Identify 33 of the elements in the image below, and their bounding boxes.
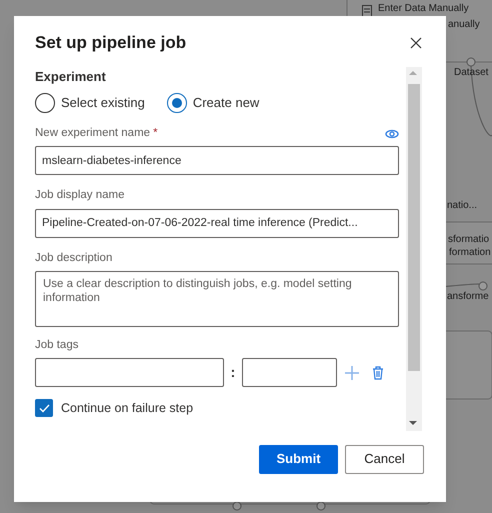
field-label: Job display name [35, 188, 124, 204]
required-mark: * [153, 126, 158, 141]
node-label: natio... [447, 200, 478, 212]
check-icon [38, 404, 50, 413]
node-label: ansforme [447, 291, 489, 303]
separator-label: : [230, 363, 236, 382]
node-label: anually [448, 19, 480, 31]
description-field[interactable]: Use a clear description to distinguish jobs, e.g. model setting information [35, 270, 399, 327]
dialog-title: Set up pipeline job [35, 32, 186, 54]
input-field[interactable]: mslearn-diabetes-inference [35, 146, 399, 176]
radio-option[interactable]: Select existing [35, 93, 145, 113]
input-field[interactable]: Pipeline-Created-on-07-06-2022-real time inference (Predict... [35, 208, 399, 238]
node-label: formation [449, 247, 491, 259]
node-label: sformatio [448, 234, 490, 246]
node-label: Enter Data Manually [378, 3, 469, 15]
add-button[interactable] [343, 364, 361, 382]
delete-button[interactable] [371, 364, 385, 380]
checkbox[interactable]: Continue on failure step [35, 399, 194, 418]
eye-icon[interactable] [385, 128, 399, 139]
cancel-button[interactable]: Cancel [345, 444, 424, 474]
document-icon [362, 5, 372, 17]
field-label: Job tags [35, 338, 80, 353]
tag-key-field[interactable] [35, 358, 224, 387]
field-label: Job description [35, 250, 112, 266]
tag-value-field[interactable] [242, 358, 337, 387]
section-heading: Experiment [35, 68, 107, 86]
radio-option[interactable]: Create new [166, 93, 260, 113]
close-icon [410, 36, 422, 49]
port-circle [478, 282, 488, 290]
scrollbar[interactable] [406, 66, 422, 430]
submit-button[interactable]: Submit [259, 444, 338, 474]
field-label: New experiment name [35, 126, 150, 141]
node-label: Dataset [454, 67, 488, 79]
